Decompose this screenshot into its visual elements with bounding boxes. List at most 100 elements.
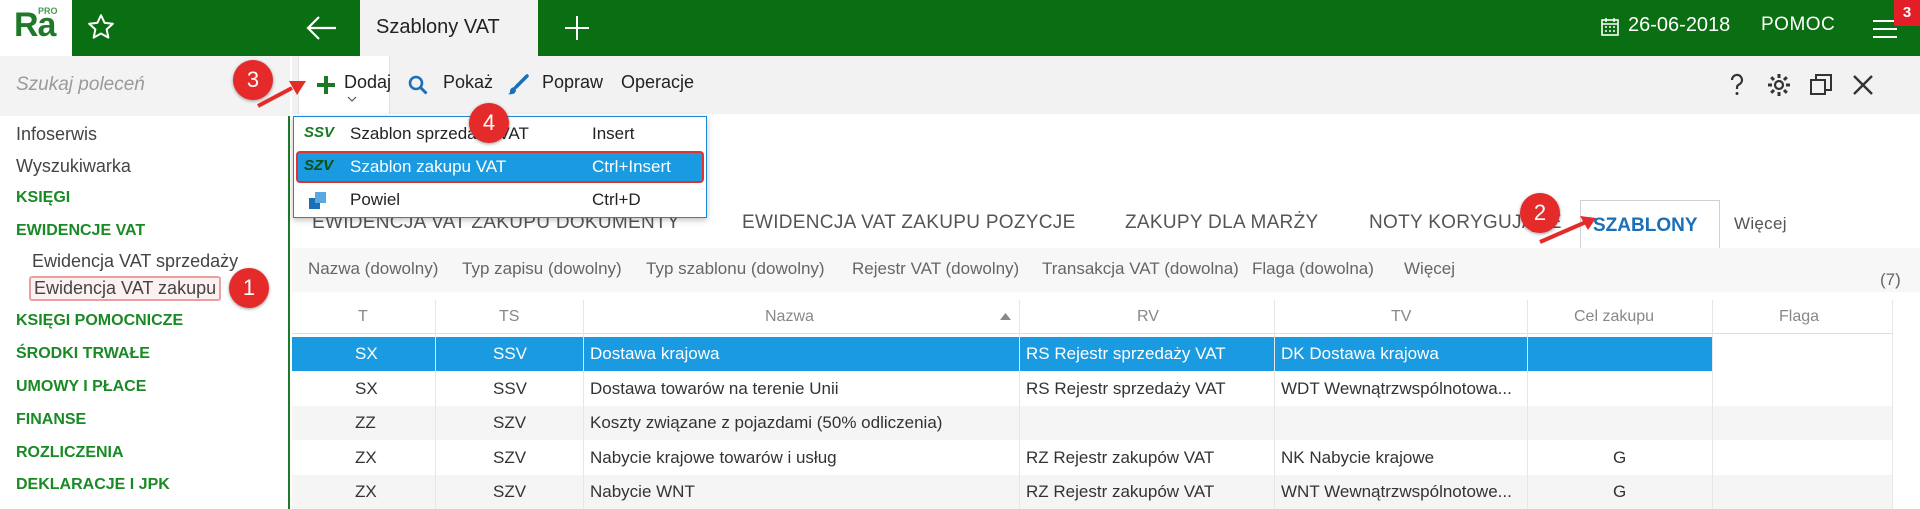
new-tab-plus-icon[interactable]	[563, 14, 591, 42]
filter-flaga[interactable]: Flaga (dowolna)	[1252, 259, 1374, 279]
sidebar-item-finanse[interactable]: FINANSE	[16, 411, 86, 429]
cell-nazwa: Koszty związane z pojazdami (50% odlicze…	[590, 413, 943, 432]
search-icon[interactable]	[407, 74, 429, 96]
column-header-flaga[interactable]: Flaga	[1779, 308, 1819, 326]
sidebar-item-ewidencja-vat-zakupu[interactable]: Ewidencja VAT zakupu	[29, 276, 222, 301]
sidebar-item-wyszukiwarka[interactable]: Wyszukiwarka	[16, 156, 131, 177]
star-icon[interactable]	[86, 12, 116, 42]
cell-ts: SSV	[493, 344, 528, 363]
back-arrow-icon[interactable]	[304, 12, 340, 44]
sidebar-item-ksiegi-pomocnicze[interactable]: KSIĘGI POMOCNICZE	[16, 312, 183, 330]
show-button[interactable]: Pokaż	[443, 72, 493, 93]
cell-t: SX	[355, 379, 378, 398]
add-label: Dodaj	[344, 72, 392, 92]
column-header-t[interactable]: T	[358, 308, 368, 326]
callout-1: 1	[229, 268, 269, 308]
chevron-down-icon	[347, 96, 357, 102]
menu-item-shortcut: Ctrl+Insert	[592, 157, 671, 176]
sidebar-item-srodki-trwale[interactable]: ŚRODKI TRWAŁE	[16, 345, 150, 363]
table-row[interactable]: ZZ SZV Koszty związane z pojazdami (50% …	[292, 406, 1892, 440]
current-date[interactable]: 26-06-2018	[1628, 14, 1730, 37]
table-row[interactable]: SX SSV Dostawa towarów na terenie Unii R…	[292, 372, 1712, 406]
sidebar-item-umowy-i-place[interactable]: UMOWY I PŁACE	[16, 378, 146, 396]
tab-szablony[interactable]: SZABLONY	[1580, 200, 1720, 248]
help-link[interactable]: POMOC	[1761, 14, 1835, 36]
edit-button[interactable]: Popraw	[542, 72, 603, 93]
notification-badge[interactable]: 3	[1894, 0, 1920, 26]
tab-szablony-vat[interactable]: Szablony VAT	[360, 0, 538, 56]
filter-transakcja-vat[interactable]: Transakcja VAT (dowolna)	[1042, 259, 1239, 279]
column-header-ts[interactable]: TS	[499, 308, 519, 326]
cell-t: ZX	[355, 448, 377, 467]
cell-nazwa: Dostawa towarów na terenie Unii	[590, 379, 839, 398]
sidebar-item-rozliczenia[interactable]: ROZLICZENIA	[16, 444, 124, 462]
cell-tv: NK Nabycie krajowe	[1281, 448, 1435, 467]
tab-zakupy-dla-marzy[interactable]: ZAKUPY DLA MARŻY	[1125, 212, 1318, 234]
filter-rejestr-vat[interactable]: Rejestr VAT (dowolny)	[852, 259, 1019, 279]
tab-szablony-label: SZABLONY	[1593, 215, 1698, 236]
restore-window-icon[interactable]	[1808, 72, 1834, 98]
sidebar-item-ewidencje-vat[interactable]: EWIDENCJE VAT	[16, 222, 145, 240]
ssv-code-icon: SSV	[304, 124, 335, 141]
cell-t: ZX	[355, 482, 377, 501]
filter-wiecej[interactable]: Więcej	[1404, 259, 1455, 279]
sidebar-item-ksiegi[interactable]: KSIĘGI	[16, 189, 70, 207]
callout-2: 2	[1520, 193, 1560, 233]
column-divider	[583, 300, 584, 509]
help-question-icon[interactable]	[1724, 72, 1750, 98]
menu-item-shortcut: Insert	[592, 124, 635, 143]
szv-code-icon: SZV	[304, 157, 334, 174]
callout-3: 3	[233, 60, 273, 100]
calendar-icon[interactable]	[1600, 17, 1620, 37]
cell-ts: SSV	[493, 379, 528, 398]
column-header-rv[interactable]: RV	[1137, 308, 1159, 326]
tab-title: Szablony VAT	[376, 16, 500, 38]
sort-ascending-icon	[1000, 313, 1011, 320]
top-bar: Ra PRO Szablony VAT 26-06-2018 POMOC 3	[0, 0, 1920, 56]
cell-t: ZZ	[355, 413, 376, 432]
column-header-nazwa[interactable]: Nazwa	[765, 308, 814, 326]
sidebar-item-deklaracje-i-jpk[interactable]: DEKLARACJE I JPK	[16, 476, 170, 494]
table-row[interactable]: ZX SZV Nabycie krajowe towarów i usług R…	[292, 441, 1712, 475]
filter-typ-szablonu[interactable]: Typ szablonu (dowolny)	[646, 259, 825, 279]
cell-rv: RZ Rejestr zakupów VAT	[1026, 482, 1215, 501]
duplicate-icon	[309, 192, 326, 209]
filter-typ-zapisu[interactable]: Typ zapisu (dowolny)	[462, 259, 622, 279]
menu-item-szablon-zakupu[interactable]: SZV Szablon zakupu VAT Ctrl+Insert	[296, 151, 704, 183]
cell-nazwa: Dostawa krajowa	[590, 344, 720, 363]
cell-tv: DK Dostawa krajowa	[1281, 344, 1439, 363]
filter-nazwa[interactable]: Nazwa (dowolny)	[308, 259, 438, 279]
sidebar-item-ewidencja-vat-sprzedazy[interactable]: Ewidencja VAT sprzedaży	[32, 251, 238, 272]
column-divider	[1274, 300, 1275, 509]
cell-ts: SZV	[493, 482, 527, 501]
column-header-tv[interactable]: TV	[1391, 308, 1411, 326]
cell-rv: RZ Rejestr zakupów VAT	[1026, 448, 1215, 467]
menu-item-label: Szablon zakupu VAT	[350, 157, 507, 176]
logo-pro-label: PRO	[38, 6, 58, 16]
gear-icon[interactable]	[1766, 72, 1792, 98]
menu-item-powiel[interactable]: Powiel Ctrl+D	[296, 184, 704, 216]
column-divider	[1019, 300, 1020, 509]
filter-bar: Nazwa (dowolny) Typ zapisu (dowolny) Typ…	[292, 248, 1920, 292]
search-placeholder: Szukaj poleceń	[16, 74, 145, 95]
cell-nazwa: Nabycie krajowe towarów i usług	[590, 448, 837, 467]
column-header-cel-zakupu[interactable]: Cel zakupu	[1574, 308, 1654, 326]
tab-wiecej[interactable]: Więcej	[1734, 214, 1787, 234]
operations-button[interactable]: Operacje	[621, 72, 694, 93]
tab-ewidencja-pozycje[interactable]: EWIDENCJA VAT ZAKUPU POZYCJE	[742, 212, 1076, 234]
column-divider	[1892, 300, 1893, 509]
cell-tv: WDT Wewnątrzwspólnotowa...	[1281, 379, 1512, 398]
column-divider	[435, 300, 436, 509]
toolbar: Dodaj Pokaż Popraw Operacje	[292, 56, 1920, 114]
close-icon[interactable]	[1850, 72, 1876, 98]
cell-rv: RS Rejestr sprzedaży VAT	[1026, 344, 1226, 363]
cell-t: SX	[355, 344, 378, 363]
table-row[interactable]: ZX SZV Nabycie WNT RZ Rejestr zakupów VA…	[292, 475, 1892, 509]
cell-cel: G	[1613, 448, 1627, 467]
sidebar-item-infoserwis[interactable]: Infoserwis	[16, 124, 97, 145]
table-row[interactable]: SX SSV Dostawa krajowa RS Rejestr sprzed…	[292, 337, 1712, 371]
brush-icon[interactable]	[507, 74, 529, 96]
add-button[interactable]: Dodaj	[298, 56, 392, 114]
menu-item-label: Powiel	[350, 190, 401, 209]
app-logo[interactable]: Ra PRO	[0, 0, 72, 56]
